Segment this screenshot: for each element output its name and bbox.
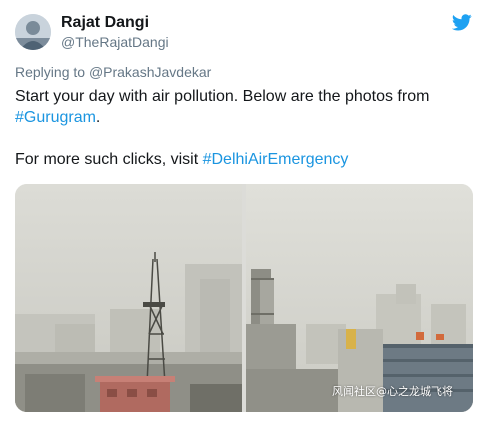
twitter-bird-icon[interactable]: [451, 14, 472, 34]
reply-mention-link[interactable]: @PrakashJavdekar: [89, 64, 211, 80]
photo-grid: 风闻社区@心之龙城飞将: [15, 184, 473, 412]
tweet-text-line-3: For more such clicks, visit: [15, 151, 203, 168]
tweet-card: Rajat Dangi @TheRajatDangi Replying to @…: [0, 0, 488, 424]
avatar-image: [15, 14, 51, 50]
watermark-text: 风闻社区@心之龙城飞将: [332, 385, 453, 398]
replying-to: Replying to @PrakashJavdekar: [15, 64, 211, 80]
hashtag-delhiairemergency[interactable]: #DelhiAirEmergency: [203, 151, 349, 168]
author-handle[interactable]: @TheRajatDangi: [61, 34, 169, 50]
replying-to-prefix: Replying to: [15, 64, 89, 80]
tweet-text-line-1: Start your day with air pollution. Below…: [15, 88, 430, 105]
tweet-text: Start your day with air pollution. Below…: [15, 86, 465, 170]
hashtag-gurugram[interactable]: #Gurugram: [15, 109, 96, 126]
tweet-paragraph-1: Start your day with air pollution. Below…: [15, 86, 465, 128]
tweet-paragraph-2: For more such clicks, visit #DelhiAirEme…: [15, 149, 465, 170]
photo-smog-tower[interactable]: [15, 184, 242, 412]
photo-smog-buildings[interactable]: [246, 184, 473, 412]
tweet-text-period: .: [95, 109, 101, 126]
author-name[interactable]: Rajat Dangi: [61, 14, 149, 32]
avatar[interactable]: [15, 14, 51, 50]
